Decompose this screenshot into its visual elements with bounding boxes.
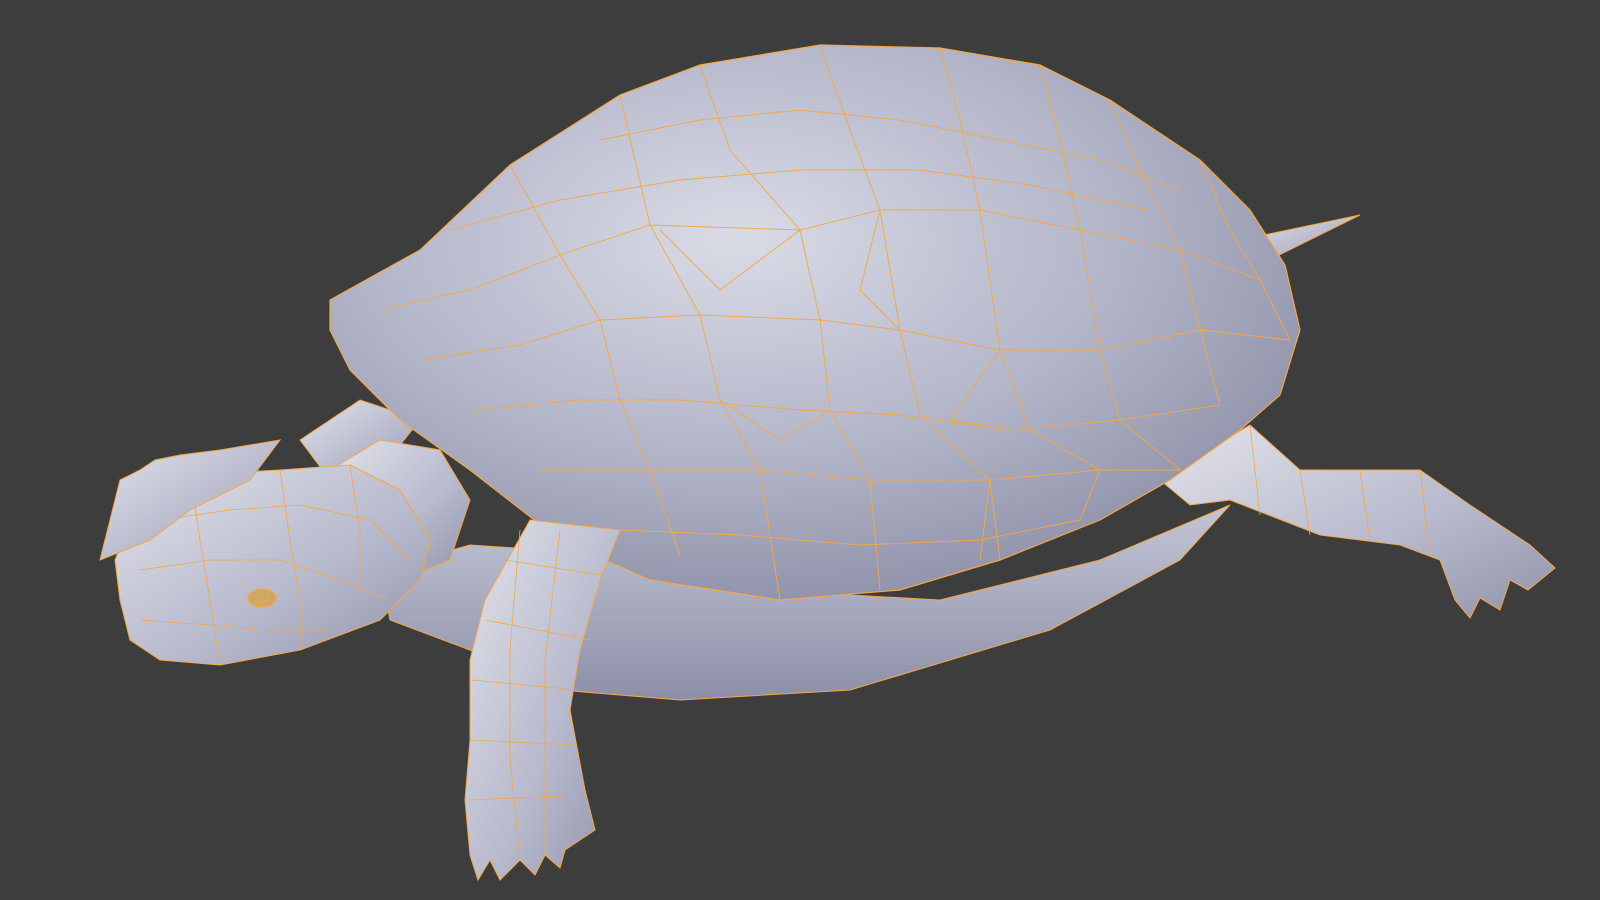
hind-leg-mesh [1159, 424, 1556, 619]
3d-viewport[interactable] [0, 0, 1600, 900]
turtle-mesh[interactable] [0, 0, 1600, 900]
carapace-mesh [329, 44, 1301, 601]
eye-mesh [247, 588, 277, 608]
